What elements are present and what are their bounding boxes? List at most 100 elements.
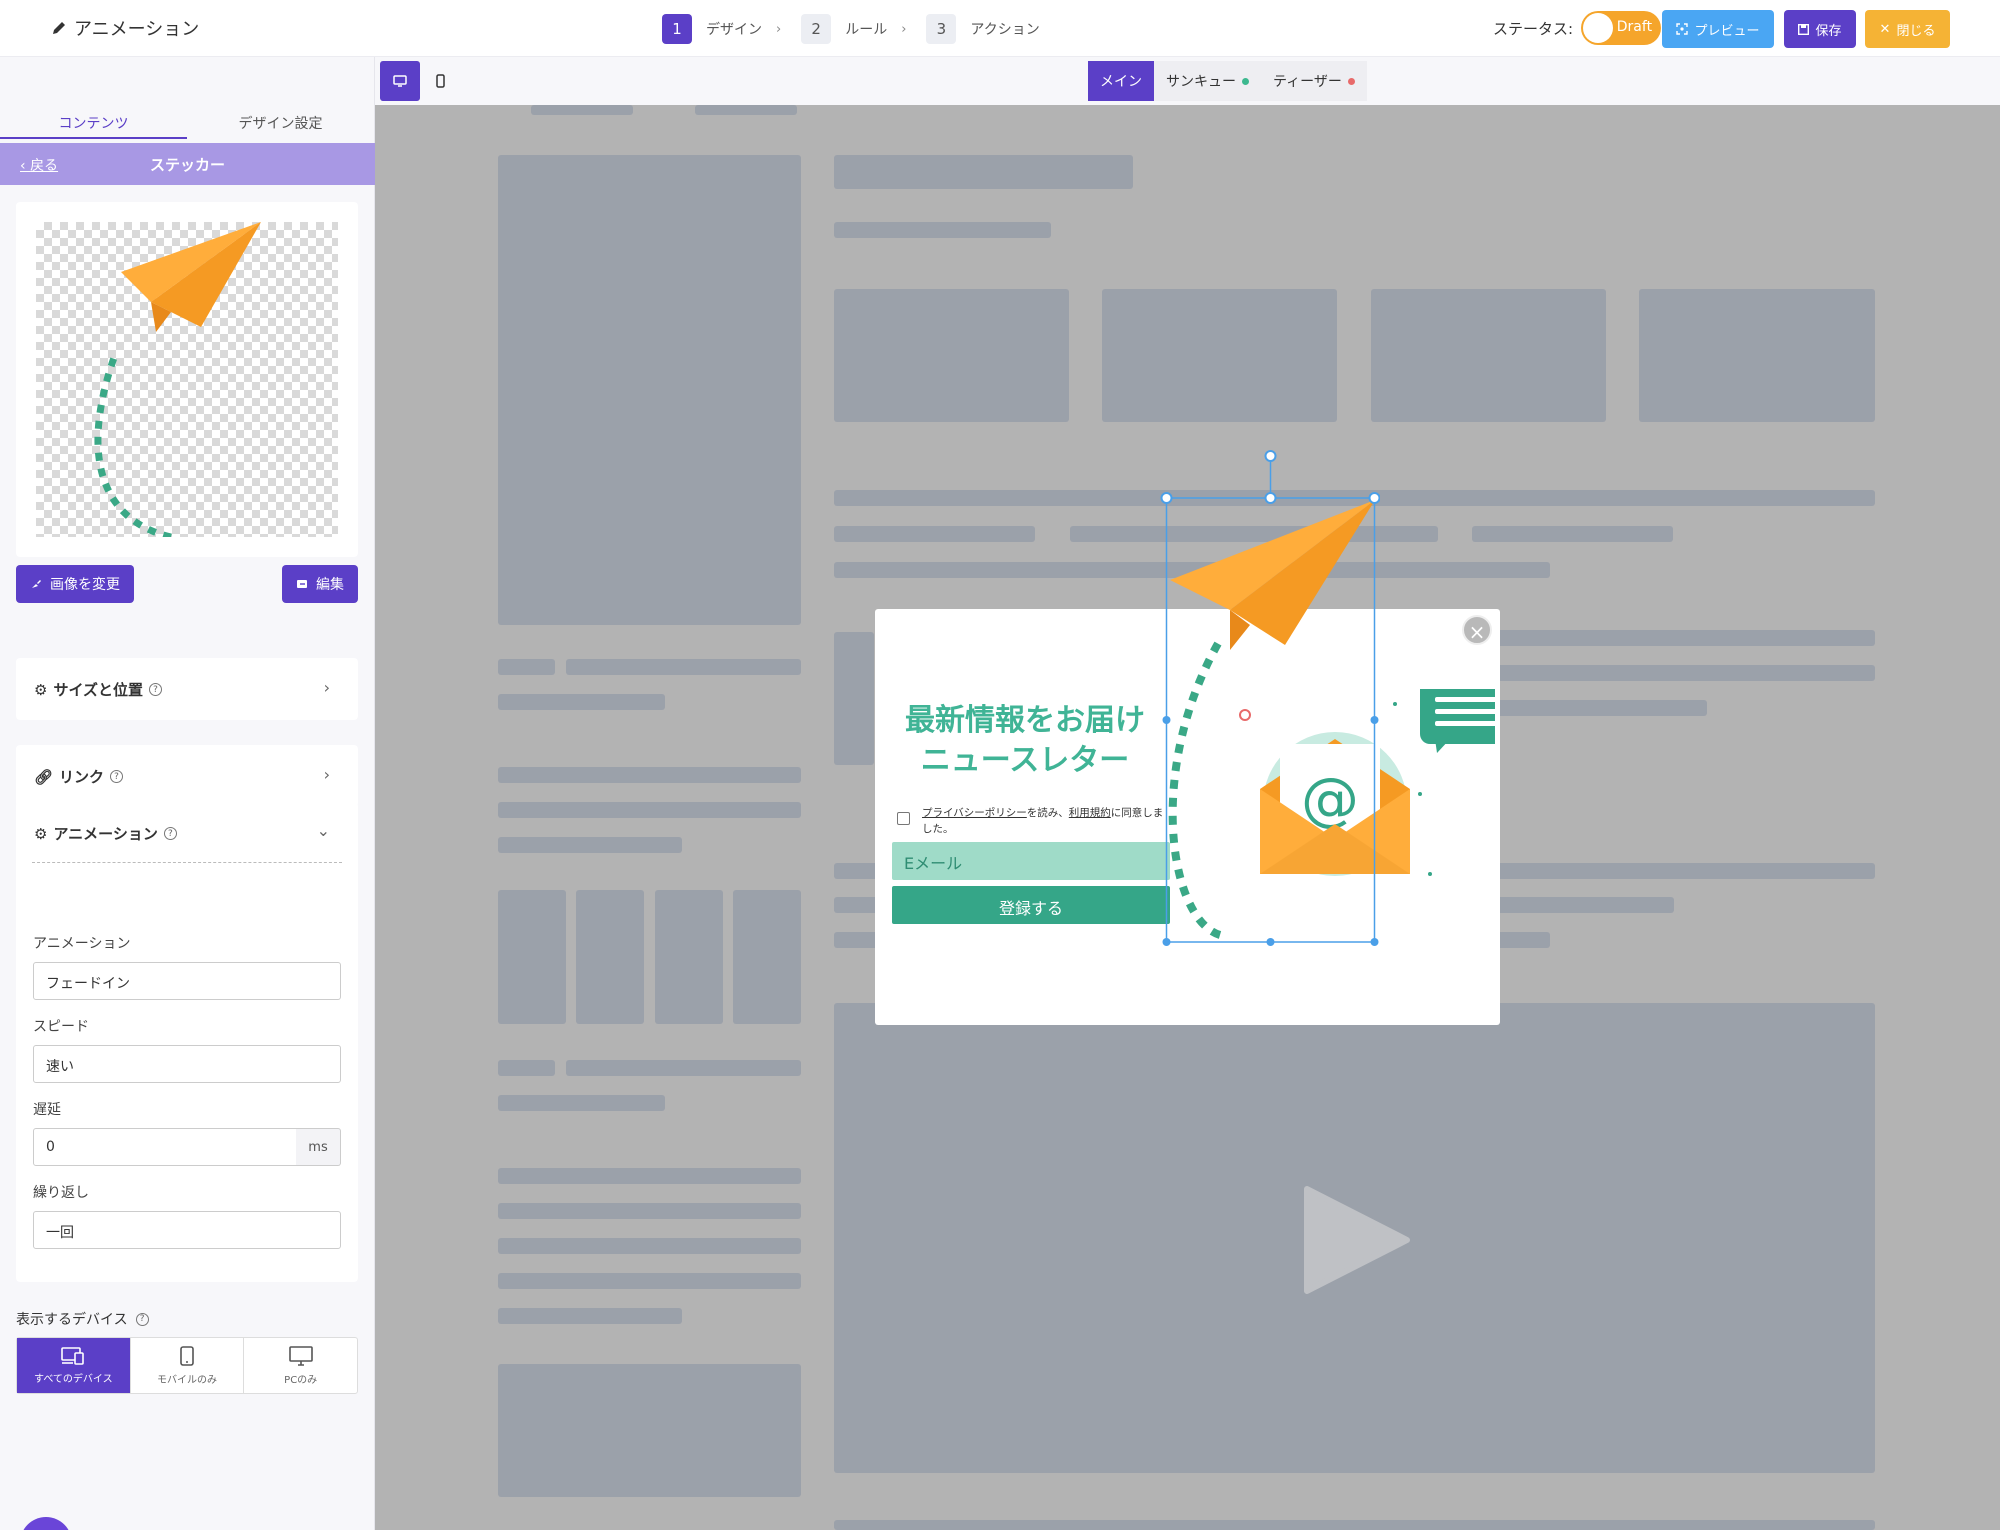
desktop-view-button[interactable] [380, 61, 420, 101]
link-accordion[interactable]: 🔗︎ リンク ? › [16, 745, 358, 807]
popup-close-icon[interactable]: × [1462, 615, 1492, 645]
step-1-number[interactable]: 1 [662, 14, 692, 44]
skeleton-block [498, 155, 801, 625]
step-2-label[interactable]: ルール [845, 19, 887, 39]
panel-tabs: コンテンツ デザイン設定 [0, 107, 375, 139]
status-toggle[interactable]: Draft [1581, 11, 1662, 45]
devices-label-text: 表示するデバイス [16, 1312, 128, 1328]
tab-thank-you-label: サンキュー [1166, 74, 1236, 90]
preview-label: プレビュー [1694, 23, 1760, 39]
status-value: Draft [1616, 19, 1653, 35]
chevron-right-icon: › [323, 765, 330, 784]
skeleton-block [1371, 289, 1606, 422]
edit-icon [297, 580, 307, 588]
skeleton-line [498, 1238, 801, 1254]
tab-design-settings[interactable]: デザイン設定 [187, 107, 374, 139]
skeleton-block [834, 1520, 1875, 1530]
animation-select[interactable]: フェードイン [33, 962, 341, 1000]
subscribe-button[interactable]: 登録する [892, 886, 1170, 924]
help-icon[interactable]: ? [110, 770, 124, 783]
save-button[interactable]: 保存 [1784, 10, 1856, 48]
tab-thank-you[interactable]: サンキュー [1154, 61, 1261, 101]
tab-teaser[interactable]: ティーザー [1261, 61, 1367, 101]
skeleton-line [498, 1168, 801, 1184]
terms-link[interactable]: 利用規約 [1069, 807, 1111, 819]
tab-content[interactable]: コンテンツ [0, 107, 187, 139]
step-3-number[interactable]: 3 [926, 14, 957, 44]
skeleton-line [1472, 526, 1673, 542]
link-icon: 🔗︎ [34, 767, 54, 786]
skeleton-line [498, 1308, 682, 1324]
skeleton-block [733, 890, 801, 1024]
selected-sticker[interactable] [1150, 450, 1380, 950]
skeleton-line [498, 1060, 555, 1076]
device-all-button[interactable]: すべてのデバイス [17, 1338, 131, 1393]
preview-button[interactable]: プレビュー [1662, 10, 1774, 48]
skeleton-line [566, 1060, 801, 1076]
close-icon: ✕ [1879, 21, 1891, 37]
step-2-number[interactable]: 2 [801, 14, 832, 44]
close-button[interactable]: ✕ 閉じる [1865, 10, 1950, 48]
popup-title-line2: ニュースレター [920, 743, 1130, 778]
paper-plane-sticker-image [94, 222, 261, 541]
device-all-label: すべてのデバイス [34, 1373, 113, 1385]
preview-icon [1676, 23, 1689, 35]
skeleton-block [834, 289, 1069, 422]
skeleton-block [498, 1364, 801, 1497]
view-tabs: メイン サンキュー ティーザー [1088, 61, 1367, 101]
devices-icon [61, 1346, 85, 1365]
toggle-knob [1583, 13, 1614, 43]
help-icon[interactable]: ? [149, 683, 163, 696]
skeleton-line [566, 659, 801, 675]
device-pc-button[interactable]: PCのみ [244, 1338, 357, 1393]
skeleton-block [1639, 289, 1875, 422]
tab-main[interactable]: メイン [1088, 61, 1154, 101]
skeleton-block [834, 632, 874, 765]
chat-launcher[interactable] [20, 1517, 72, 1530]
save-label: 保存 [1815, 23, 1842, 39]
popup-title[interactable]: 最新情報をお届け ニュースレター [895, 701, 1155, 781]
edit-label: 編集 [316, 577, 344, 593]
change-image-button[interactable]: 画像を変更 [16, 565, 134, 603]
desktop-icon [288, 1345, 313, 1366]
skeleton-block [834, 155, 1133, 189]
skeleton-line [498, 694, 665, 710]
animation-field-label: アニメーション [33, 936, 131, 952]
device-mobile-button[interactable]: モバイルのみ [131, 1338, 245, 1393]
tab-main-label: メイン [1100, 74, 1142, 90]
status-dot [1242, 77, 1249, 85]
repeat-select[interactable]: 一回 [33, 1211, 341, 1249]
status-control: ステータス: Draft [1493, 11, 1662, 45]
status-dot [1347, 77, 1355, 85]
floppy-icon [1798, 23, 1810, 35]
skeleton-block [498, 890, 566, 1024]
animation-title[interactable]: ⚙ アニメーション ? [34, 823, 177, 844]
step-3-label[interactable]: アクション [970, 19, 1039, 39]
devices-label: 表示するデバイス ? [16, 1309, 149, 1329]
popup-title-line1: 最新情報をお届け [905, 703, 1145, 738]
animation-section-label: アニメーション [53, 825, 158, 843]
email-input[interactable]: Eメール [892, 842, 1170, 880]
privacy-policy-link[interactable]: プライバシーポリシー [922, 807, 1027, 819]
change-image-label: 画像を変更 [50, 577, 120, 593]
mobile-view-button[interactable] [420, 61, 460, 101]
delay-unit: ms [296, 1128, 341, 1166]
skeleton-line [834, 526, 1035, 542]
device-mobile-label: モバイルのみ [157, 1374, 217, 1386]
chevron-right-icon: › [776, 21, 782, 37]
step-1-label[interactable]: デザイン [706, 19, 762, 39]
chevron-down-icon[interactable]: ⌄ [317, 821, 330, 840]
delay-input[interactable]: 0 [33, 1128, 297, 1166]
repeat-field-label: 繰り返し [33, 1185, 89, 1201]
speed-select[interactable]: 速い [33, 1045, 341, 1083]
skeleton-block [655, 890, 723, 1024]
top-bar: アニメーション 1 デザイン › 2 ルール › 3 アクション ステータス: … [0, 0, 2000, 57]
size-position-accordion[interactable]: ⚙ サイズと位置 ? › [16, 658, 358, 720]
privacy-checkbox[interactable] [897, 812, 910, 825]
brush-icon [32, 580, 41, 588]
edit-button[interactable]: 編集 [282, 565, 358, 603]
size-position-label: サイズと位置 [53, 681, 144, 699]
help-icon[interactable]: ? [163, 827, 177, 840]
gear-icon: ⚙ [34, 680, 48, 699]
help-icon[interactable]: ? [135, 1312, 149, 1326]
